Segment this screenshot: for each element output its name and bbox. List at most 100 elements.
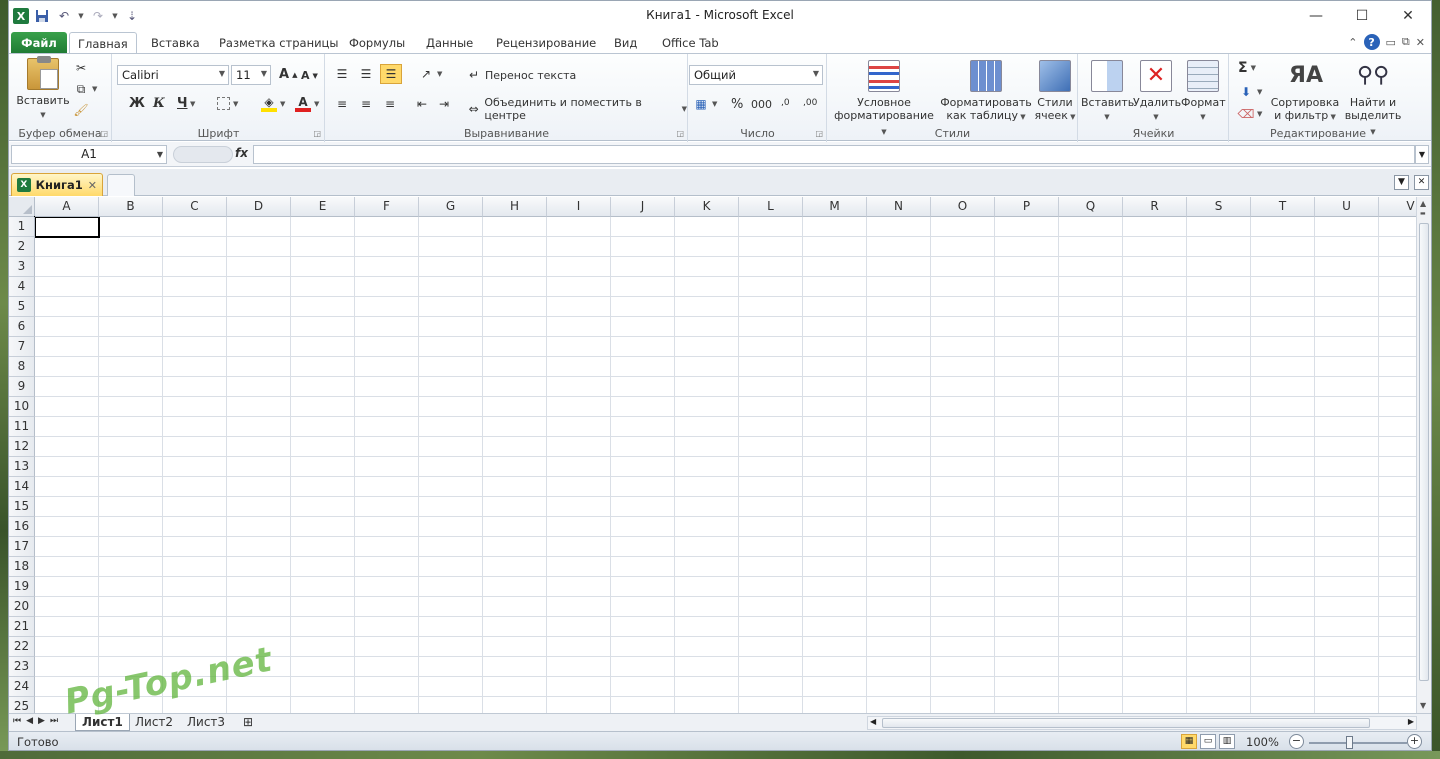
close-tab-icon[interactable]: ✕ (88, 179, 97, 192)
row-header-20[interactable]: 20 (9, 597, 35, 617)
zoom-level[interactable]: 100% (1246, 735, 1279, 749)
row-header-7[interactable]: 7 (9, 337, 35, 357)
underline-dropdown[interactable]: ▼ (190, 100, 195, 108)
sort-filter-button[interactable]: ЯA Сортировка и фильтр ▼ (1270, 60, 1340, 124)
borders-button[interactable]: ▼ (217, 97, 238, 110)
help-icon[interactable]: ? (1363, 34, 1380, 50)
align-right-button[interactable]: ≡ (382, 96, 398, 112)
fill-button[interactable]: ⬇ ▼ (1238, 84, 1262, 100)
column-header-r[interactable]: R (1123, 197, 1187, 217)
zoom-slider[interactable] (1309, 742, 1407, 744)
row-header-12[interactable]: 12 (9, 437, 35, 457)
name-box[interactable]: A1 ▼ (11, 145, 167, 164)
normal-view-icon[interactable]: ▦ (1181, 734, 1197, 749)
merge-center-button[interactable]: ⇔ Объединить и поместить в центре ▼ (466, 96, 687, 122)
row-header-6[interactable]: 6 (9, 317, 35, 337)
sheet-tab-3[interactable]: Лист3 (181, 714, 231, 731)
column-header-i[interactable]: I (547, 197, 611, 217)
scroll-up-arrow-icon[interactable]: ▲ (1420, 199, 1426, 208)
minimize-button[interactable]: — (1293, 1, 1339, 30)
ribbon-minimize-icon[interactable]: ⌃ (1348, 36, 1357, 49)
tab-list-dropdown-icon[interactable]: ▼ (1394, 175, 1409, 190)
align-middle-button[interactable]: ☰ (358, 66, 374, 82)
column-header-n[interactable]: N (867, 197, 931, 217)
dialog-launcher-icon[interactable]: ◲ (676, 129, 684, 138)
increase-decimal-button[interactable]: ,0 (781, 98, 790, 108)
row-header-9[interactable]: 9 (9, 377, 35, 397)
currency-button[interactable]: ▦ ▼ (693, 96, 717, 112)
doc-restore-icon[interactable]: ⧉ (1402, 35, 1410, 49)
dialog-launcher-icon[interactable]: ◲ (313, 129, 321, 138)
tab-page-layout[interactable]: Разметка страницы (211, 32, 346, 54)
fill-color-button[interactable]: ◈ ▼ (261, 95, 285, 112)
horizontal-scrollbar[interactable]: ◀ ▶ (867, 716, 1417, 730)
cell-area[interactable] (35, 217, 1418, 713)
column-header-d[interactable]: D (227, 197, 291, 217)
tab-insert[interactable]: Вставка (143, 32, 208, 54)
align-center-button[interactable]: ≡ (358, 96, 374, 112)
orientation-button[interactable]: ↗ ▼ (418, 66, 442, 82)
row-header-18[interactable]: 18 (9, 557, 35, 577)
paste-button[interactable]: Вставить ▼ (15, 56, 71, 122)
percent-button[interactable]: % (731, 97, 743, 112)
column-header-l[interactable]: L (739, 197, 803, 217)
row-header-4[interactable]: 4 (9, 277, 35, 297)
row-header-19[interactable]: 19 (9, 577, 35, 597)
zoom-slider-knob[interactable] (1346, 736, 1353, 749)
number-format-combo[interactable]: Общий ▼ (689, 65, 823, 85)
row-header-25[interactable]: 25 (9, 697, 35, 713)
scroll-left-arrow-icon[interactable]: ◀ (870, 717, 876, 726)
column-header-f[interactable]: F (355, 197, 419, 217)
column-header-j[interactable]: J (611, 197, 675, 217)
sheet-tab-1[interactable]: Лист1 (75, 714, 130, 731)
vertical-scroll-thumb[interactable] (1419, 223, 1429, 681)
insert-cells-button[interactable]: Вставить ▼ (1081, 60, 1134, 124)
row-header-10[interactable]: 10 (9, 397, 35, 417)
row-header-11[interactable]: 11 (9, 417, 35, 437)
grow-font-button[interactable]: A ▲ (279, 67, 297, 82)
horizontal-scroll-thumb[interactable] (882, 718, 1370, 728)
bold-button[interactable]: Ж (129, 96, 145, 111)
row-header-23[interactable]: 23 (9, 657, 35, 677)
zoom-out-icon[interactable]: − (1289, 734, 1304, 749)
column-header-s[interactable]: S (1187, 197, 1251, 217)
row-header-8[interactable]: 8 (9, 357, 35, 377)
tab-view[interactable]: Вид (606, 32, 645, 54)
insert-sheet-icon[interactable]: ⊞ (237, 714, 259, 731)
last-sheet-icon[interactable]: ⏭ (50, 716, 58, 726)
split-handle-icon[interactable]: ▬ (1420, 210, 1426, 217)
close-button[interactable]: ✕ (1385, 1, 1431, 30)
tab-formulas[interactable]: Формулы (341, 32, 413, 54)
column-header-c[interactable]: C (163, 197, 227, 217)
row-header-5[interactable]: 5 (9, 297, 35, 317)
autosum-button[interactable]: Σ ▼ (1238, 60, 1256, 76)
insert-function-button[interactable]: fx (235, 146, 248, 160)
row-header-15[interactable]: 15 (9, 497, 35, 517)
page-break-view-icon[interactable]: ▥ (1219, 734, 1235, 749)
column-header-h[interactable]: H (483, 197, 547, 217)
increase-indent-button[interactable]: ⇥ (436, 96, 452, 112)
formula-input[interactable] (253, 145, 1415, 164)
column-header-b[interactable]: B (99, 197, 163, 217)
dialog-launcher-icon[interactable]: ◲ (815, 129, 823, 138)
align-bottom-button[interactable]: ☰ (380, 64, 402, 84)
column-header-m[interactable]: M (803, 197, 867, 217)
row-header-13[interactable]: 13 (9, 457, 35, 477)
column-header-e[interactable]: E (291, 197, 355, 217)
decrease-indent-button[interactable]: ⇤ (414, 96, 430, 112)
close-document-icon[interactable]: ✕ (1414, 175, 1429, 190)
tab-file[interactable]: Файл (11, 32, 67, 54)
spreadsheet-grid[interactable]: A B C D E F G H I J K L M N O P Q R S T U V 1 2 3 4 5 6 7 8 9 10 11 12 13 1… (9, 197, 1418, 713)
tab-data[interactable]: Данные (418, 32, 481, 54)
row-header-1[interactable]: 1 (9, 217, 35, 237)
column-header-k[interactable]: K (675, 197, 739, 217)
dialog-launcher-icon[interactable]: ◲ (100, 129, 108, 138)
vertical-scrollbar[interactable]: ▲ ▬ ▼ (1416, 197, 1431, 713)
row-header-14[interactable]: 14 (9, 477, 35, 497)
cell-styles-button[interactable]: Стили ячеек ▼ (1034, 60, 1076, 124)
zoom-in-icon[interactable]: + (1407, 734, 1422, 749)
column-header-q[interactable]: Q (1059, 197, 1123, 217)
column-header-a[interactable]: A (35, 197, 99, 217)
font-size-combo[interactable]: 11 ▼ (231, 65, 271, 85)
clear-button[interactable]: ⌫ ▼ (1238, 106, 1263, 122)
